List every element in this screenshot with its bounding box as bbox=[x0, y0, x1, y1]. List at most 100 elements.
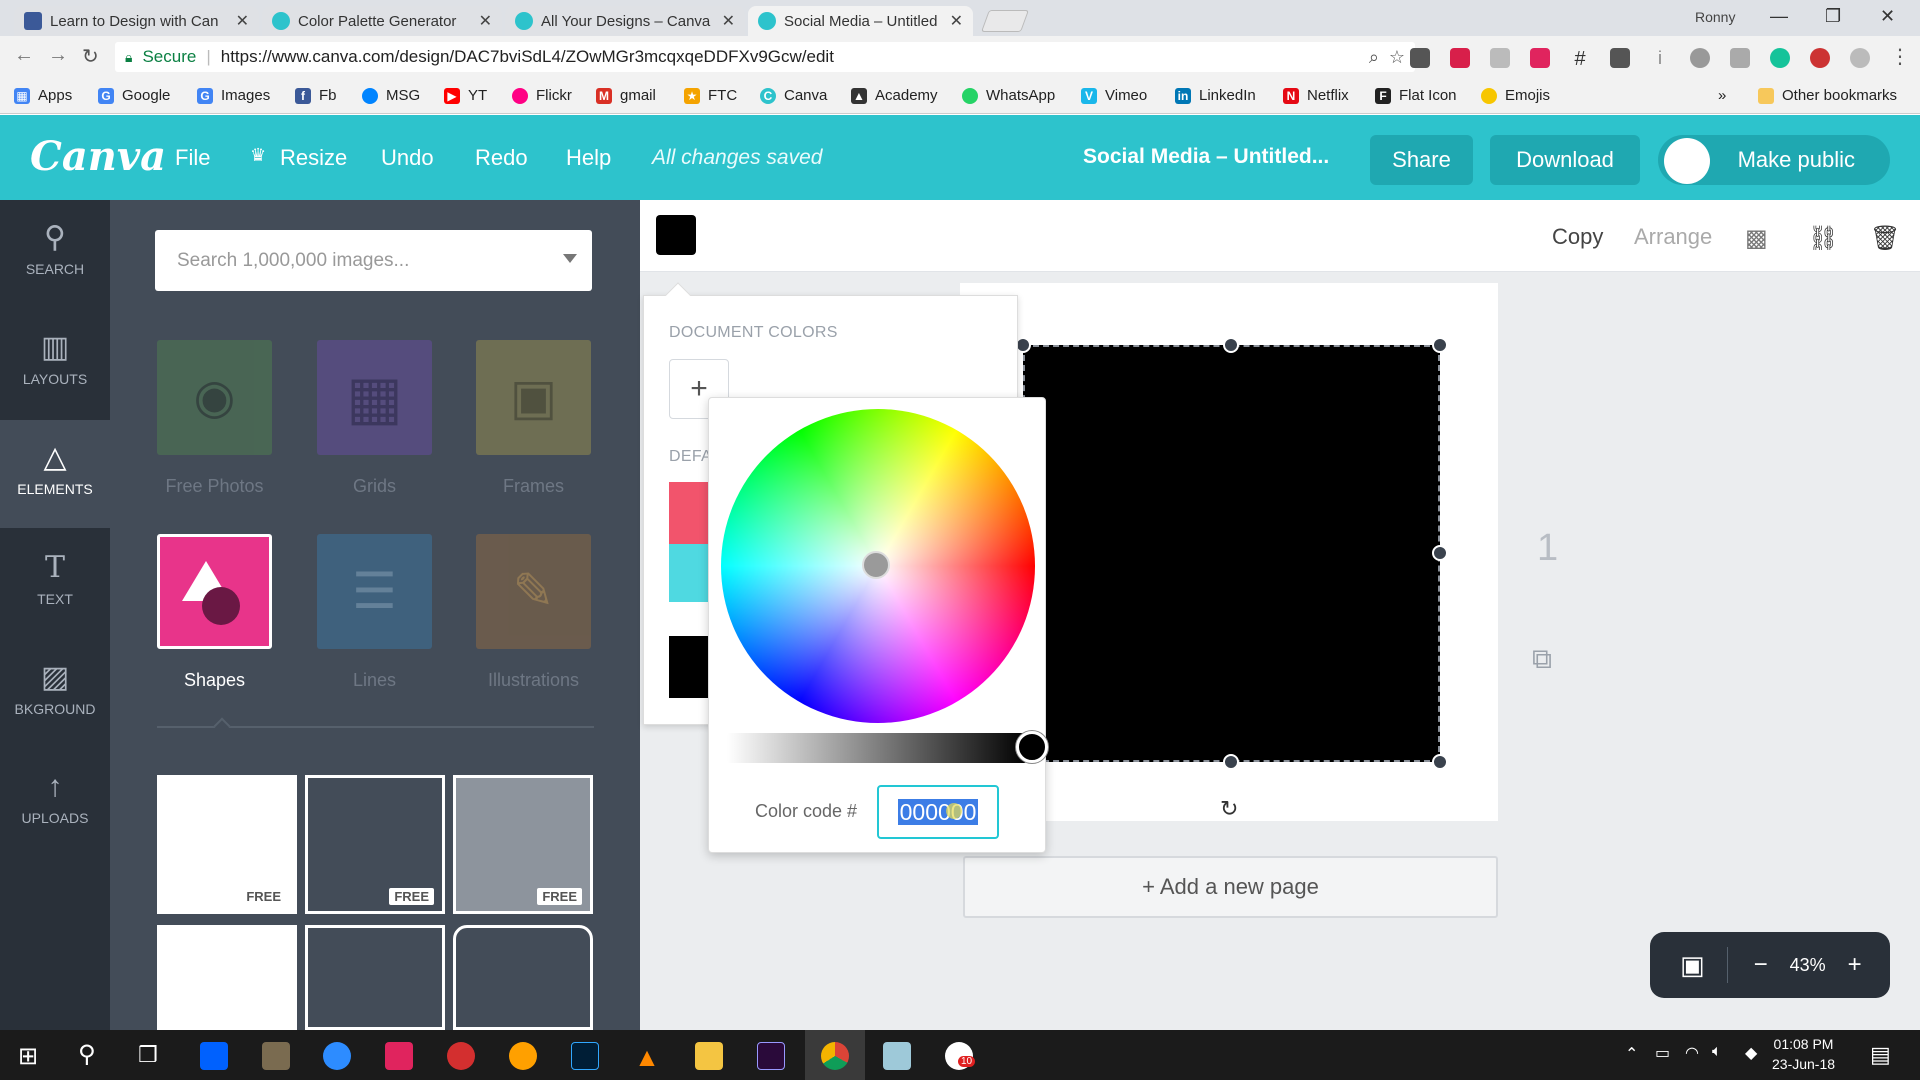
video-extension-icon[interactable] bbox=[1450, 48, 1470, 68]
info-icon[interactable]: i bbox=[1650, 48, 1670, 68]
system-clock[interactable]: 01:08 PM 23-Jun-18 bbox=[1772, 1034, 1835, 1074]
selected-square-shape[interactable] bbox=[1023, 345, 1440, 762]
file-explorer-icon[interactable] bbox=[695, 1042, 723, 1070]
shape-tile-white-2[interactable] bbox=[157, 925, 297, 1030]
address-bar[interactable]: 🔒︎ Secure | https://www.canva.com/design… bbox=[115, 42, 1415, 72]
zoom-app-icon[interactable] bbox=[323, 1042, 351, 1070]
illustrations-tile[interactable]: ✎ bbox=[476, 534, 591, 649]
app-icon[interactable] bbox=[509, 1042, 537, 1070]
canva-logo[interactable]: Canva bbox=[30, 133, 166, 180]
bookmark-netflix[interactable]: N Netflix bbox=[1283, 87, 1349, 104]
shape-tile-dark-2[interactable] bbox=[305, 925, 445, 1030]
file-menu[interactable]: File bbox=[175, 145, 210, 171]
bookmark-images[interactable]: G Images bbox=[197, 87, 270, 104]
color-swatch-button[interactable] bbox=[656, 215, 696, 255]
brightness-slider-knob[interactable] bbox=[1016, 731, 1048, 763]
profile-name[interactable]: Ronny bbox=[1695, 9, 1735, 25]
rail-layouts[interactable]: ▥ LAYOUTS bbox=[0, 310, 110, 418]
grammarly-icon[interactable] bbox=[1770, 48, 1790, 68]
bookmark-msg[interactable]: MSG bbox=[362, 87, 420, 104]
battery-icon[interactable]: ▭ bbox=[1655, 1043, 1670, 1063]
present-icon[interactable]: ▣ bbox=[1680, 950, 1705, 981]
maximize-icon[interactable]: ❐ bbox=[1825, 6, 1841, 27]
notifications-icon[interactable]: ▤ bbox=[1870, 1042, 1891, 1068]
volume-icon[interactable]: 🔈︎ bbox=[1712, 1043, 1722, 1061]
zoom-level[interactable]: 43% bbox=[1790, 955, 1826, 976]
windows-start-icon[interactable]: ⊞ bbox=[18, 1042, 38, 1071]
chrome-icon[interactable] bbox=[821, 1042, 849, 1070]
bookmark-yt[interactable]: ▶ YT bbox=[444, 87, 487, 104]
rail-uploads[interactable]: ↑ UPLOADS bbox=[0, 750, 110, 858]
rail-elements[interactable]: △ ELEMENTS bbox=[0, 420, 110, 528]
redo-button[interactable]: Redo bbox=[475, 145, 528, 171]
dropbox-tray-icon[interactable]: ◆ bbox=[1745, 1043, 1757, 1063]
image-search-input[interactable]: Search 1,000,000 images... bbox=[155, 230, 592, 291]
bookmark-emojis[interactable]: Emojis bbox=[1481, 87, 1550, 104]
browser-tab-social-media[interactable]: Social Media – Untitled D ✕ bbox=[748, 6, 973, 36]
minimize-icon[interactable]: — bbox=[1770, 6, 1788, 27]
add-new-page-button[interactable]: + Add a new page bbox=[963, 856, 1498, 918]
reload-icon[interactable]: ↻ bbox=[82, 44, 99, 69]
other-bookmarks[interactable]: Other bookmarks bbox=[1758, 87, 1897, 104]
bookmark-flat-icon[interactable]: F Flat Icon bbox=[1375, 87, 1457, 104]
color-code-input[interactable]: 000000 bbox=[877, 785, 999, 839]
copy-button[interactable]: Copy bbox=[1552, 224, 1603, 250]
app-icon[interactable] bbox=[262, 1042, 290, 1070]
photoshop-icon[interactable] bbox=[571, 1042, 599, 1070]
rotate-icon[interactable]: ↻ bbox=[1220, 796, 1238, 822]
transparency-icon[interactable]: ▩ bbox=[1745, 224, 1768, 253]
frames-tile[interactable]: ▣ bbox=[476, 340, 591, 455]
bookmark-whatsapp[interactable]: WhatsApp bbox=[962, 87, 1055, 104]
resize-handle[interactable] bbox=[1432, 545, 1448, 561]
link-icon[interactable]: ⛓ bbox=[1808, 224, 1838, 253]
help-menu[interactable]: Help bbox=[566, 145, 611, 171]
free-photos-tile[interactable]: ◉ bbox=[157, 340, 272, 455]
link-extension-icon[interactable] bbox=[1690, 48, 1710, 68]
chevron-up-icon[interactable]: ⌃ bbox=[1625, 1044, 1638, 1064]
chevron-down-icon[interactable] bbox=[563, 254, 577, 263]
bookmark-apps[interactable]: ▦ Apps bbox=[14, 87, 72, 104]
rail-text[interactable]: T TEXT bbox=[0, 530, 110, 638]
share-button[interactable]: Share bbox=[1370, 135, 1473, 185]
premiere-icon[interactable] bbox=[757, 1042, 785, 1070]
extension-red-icon[interactable] bbox=[1810, 48, 1830, 68]
app-icon[interactable] bbox=[883, 1042, 911, 1070]
zoom-out-icon[interactable]: − bbox=[1754, 951, 1768, 979]
bookmark-fb[interactable]: f Fb bbox=[295, 87, 337, 104]
bookmark-star-icon[interactable]: ☆ bbox=[1389, 47, 1405, 68]
undo-button[interactable]: Undo bbox=[381, 145, 434, 171]
cloud-icon[interactable] bbox=[1490, 48, 1510, 68]
pen-extension-icon[interactable] bbox=[1530, 48, 1550, 68]
pocket-icon[interactable] bbox=[1410, 48, 1430, 68]
search-icon[interactable]: ⚲ bbox=[78, 1040, 96, 1069]
arrange-button[interactable]: Arrange bbox=[1634, 224, 1712, 250]
new-tab-button[interactable] bbox=[980, 10, 1030, 32]
document-title[interactable]: Social Media – Untitled... bbox=[1083, 145, 1329, 169]
hashtag-icon[interactable]: # bbox=[1570, 48, 1590, 70]
shapes-tile[interactable] bbox=[157, 534, 272, 649]
shape-tile-white[interactable]: FREE bbox=[157, 775, 297, 914]
color-wheel-handle[interactable] bbox=[862, 551, 890, 579]
dropbox-icon[interactable] bbox=[200, 1042, 228, 1070]
menu-dots-icon[interactable]: ⋮ bbox=[1890, 44, 1910, 69]
close-icon[interactable]: ✕ bbox=[950, 11, 963, 31]
resize-handle[interactable] bbox=[1223, 337, 1239, 353]
vlc-icon[interactable]: ▲ bbox=[633, 1042, 661, 1072]
inbox-extension-icon[interactable] bbox=[1730, 48, 1750, 68]
resize-handle[interactable] bbox=[1432, 337, 1448, 353]
rail-search[interactable]: ⚲ SEARCH bbox=[0, 200, 110, 308]
shape-tile-rounded[interactable] bbox=[453, 925, 593, 1030]
shape-tile-dark[interactable]: FREE bbox=[305, 775, 445, 914]
browser-tab-learn-design[interactable]: Learn to Design with Can ✕ bbox=[14, 6, 259, 36]
back-icon[interactable]: ← bbox=[14, 44, 34, 67]
bookmark-gmail[interactable]: Mgmail bbox=[596, 87, 656, 104]
resize-handle[interactable] bbox=[1432, 754, 1448, 770]
trash-icon[interactable]: 🗑︎ bbox=[1870, 224, 1900, 253]
zoom-in-icon[interactable]: + bbox=[1848, 951, 1862, 979]
bookmark-flickr[interactable]: Flickr bbox=[512, 87, 572, 104]
browser-tab-all-designs[interactable]: All Your Designs – Canva ✕ bbox=[505, 6, 745, 36]
wifi-icon[interactable]: ◠ bbox=[1685, 1043, 1699, 1063]
url-text[interactable]: https://www.canva.com/design/DAC7bviSdL4… bbox=[221, 47, 834, 67]
toggle-knob[interactable] bbox=[1664, 138, 1710, 184]
extension-icon[interactable] bbox=[1610, 48, 1630, 68]
